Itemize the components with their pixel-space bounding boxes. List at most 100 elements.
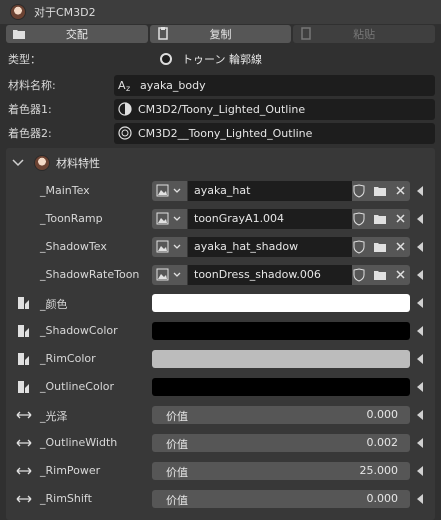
material-properties-header[interactable]: 材料特性 <box>12 154 100 172</box>
section-title: 材料特性 <box>56 157 100 170</box>
texture-value[interactable]: toonDress_shadow.006 <box>188 265 352 285</box>
shader2-label: 着色器2: <box>8 127 52 140</box>
shader2-value: CM3D2__Toony_Lighted_Outline <box>138 126 313 140</box>
folder-icon <box>374 271 386 280</box>
color-picker-icon <box>18 381 29 393</box>
folder-icon <box>374 215 386 224</box>
texture-name: _ShadowRateToon <box>40 268 140 281</box>
double-arrow-icon <box>16 467 32 475</box>
folder-icon <box>13 30 25 39</box>
float-row: _RimShift 价值 0.000 <box>6 488 435 510</box>
copy-button[interactable]: 复制 <box>149 25 292 43</box>
float-label: 价值 <box>166 466 188 479</box>
color-name: _ShadowColor <box>40 324 118 337</box>
color-name: _颜色 <box>40 298 68 311</box>
float-slider[interactable]: 价值 0.002 <box>152 434 410 452</box>
close-icon <box>396 214 405 223</box>
svg-text:A: A <box>118 79 126 92</box>
texture-actions <box>352 209 410 229</box>
color-swatch[interactable] <box>152 350 410 368</box>
float-label: 价值 <box>166 494 188 507</box>
folder-icon <box>374 187 386 196</box>
color-swatch[interactable] <box>152 378 410 396</box>
close-icon <box>396 242 405 251</box>
color-name: _RimColor <box>40 352 96 365</box>
animate-property-icon[interactable] <box>417 354 423 364</box>
float-row: _RimPower 价值 25.000 <box>6 460 435 482</box>
panel-header[interactable]: 对于CM3D2 <box>0 0 441 24</box>
shield-icon <box>353 212 365 226</box>
shader-ball-icon <box>118 102 132 116</box>
type-label: 类型： <box>8 53 41 66</box>
type-row: 类型： トゥーン 輪郭線 <box>0 48 441 70</box>
image-browse-button[interactable] <box>152 209 187 229</box>
shader1-label: 着色器1: <box>8 103 52 116</box>
svg-text:z: z <box>126 84 130 92</box>
color-name: _OutlineColor <box>40 380 115 393</box>
float-value: 25.000 <box>359 464 399 477</box>
material-name-label: 材料名称: <box>8 79 56 92</box>
color-picker-icon <box>18 297 29 309</box>
texture-value[interactable]: ayaka_hat <box>188 181 352 201</box>
texture-row: _ShadowTex ayaka_hat_shadow <box>6 236 435 258</box>
shield-icon <box>353 268 365 282</box>
float-row: _OutlineWidth 价值 0.002 <box>6 432 435 454</box>
animate-property-icon[interactable] <box>417 382 423 392</box>
shader1-row: 着色器1: CM3D2/Toony_Lighted_Outline <box>0 98 441 120</box>
color-picker-icon <box>18 325 29 337</box>
paste-button[interactable]: 粘贴 <box>293 25 436 43</box>
color-picker-icon <box>18 353 29 365</box>
type-radio[interactable] <box>160 53 172 65</box>
texture-value[interactable]: toonGrayA1.004 <box>188 209 352 229</box>
color-row: _颜色 <box>6 292 435 314</box>
double-arrow-icon <box>16 411 32 419</box>
float-name: _光泽 <box>40 410 68 423</box>
animate-property-icon[interactable] <box>417 410 423 420</box>
animate-property-icon[interactable] <box>417 494 423 504</box>
swap-button[interactable]: 交配 <box>6 25 148 43</box>
toolbar: 交配 复制 粘贴 <box>6 25 436 43</box>
texture-name: _MainTex <box>40 184 90 197</box>
panel-title: 对于CM3D2 <box>34 6 96 19</box>
double-arrow-icon <box>16 495 32 503</box>
material-name-field[interactable]: Az ayaka_body <box>114 74 435 96</box>
texture-actions <box>352 181 410 201</box>
shader1-field[interactable]: CM3D2/Toony_Lighted_Outline <box>114 98 435 120</box>
paste-label: 粘贴 <box>353 28 376 41</box>
color-row: _RimColor <box>6 348 435 370</box>
chevron-down-icon[interactable] <box>12 158 24 168</box>
float-value: 0.000 <box>366 492 399 505</box>
texture-name: _ToonRamp <box>40 212 103 225</box>
image-browse-button[interactable] <box>152 181 187 201</box>
texture-actions <box>352 237 410 257</box>
animate-property-icon[interactable] <box>417 438 423 448</box>
texture-row: _ShadowRateToon toonDress_shadow.006 <box>6 264 435 286</box>
material-name-row: 材料名称: Az ayaka_body <box>0 74 441 96</box>
texture-value[interactable]: ayaka_hat_shadow <box>188 237 352 257</box>
animate-property-icon[interactable] <box>417 214 423 224</box>
float-slider[interactable]: 价值 0.000 <box>152 406 410 424</box>
image-icon <box>156 212 181 225</box>
animate-property-icon[interactable] <box>417 270 423 280</box>
shield-icon <box>353 184 365 198</box>
folder-icon <box>374 243 386 252</box>
animate-property-icon[interactable] <box>417 326 423 336</box>
shader2-field[interactable]: CM3D2__Toony_Lighted_Outline <box>114 122 435 144</box>
float-slider[interactable]: 价值 0.000 <box>152 490 410 508</box>
animate-property-icon[interactable] <box>417 298 423 308</box>
animate-property-icon[interactable] <box>417 466 423 476</box>
float-value: 0.002 <box>366 436 399 449</box>
image-browse-button[interactable] <box>152 265 187 285</box>
animate-property-icon[interactable] <box>417 242 423 252</box>
image-browse-button[interactable] <box>152 237 187 257</box>
float-slider[interactable]: 价值 25.000 <box>152 462 410 480</box>
color-swatch[interactable] <box>152 294 410 312</box>
shader-ball-outline-icon <box>118 126 132 140</box>
animate-property-icon[interactable] <box>417 186 423 196</box>
close-icon <box>396 270 405 279</box>
shader1-value: CM3D2/Toony_Lighted_Outline <box>138 102 306 116</box>
image-icon <box>156 184 181 197</box>
float-row: _光泽 价值 0.000 <box>6 404 435 426</box>
texture-row: _MainTex ayaka_hat <box>6 180 435 202</box>
color-swatch[interactable] <box>152 322 410 340</box>
